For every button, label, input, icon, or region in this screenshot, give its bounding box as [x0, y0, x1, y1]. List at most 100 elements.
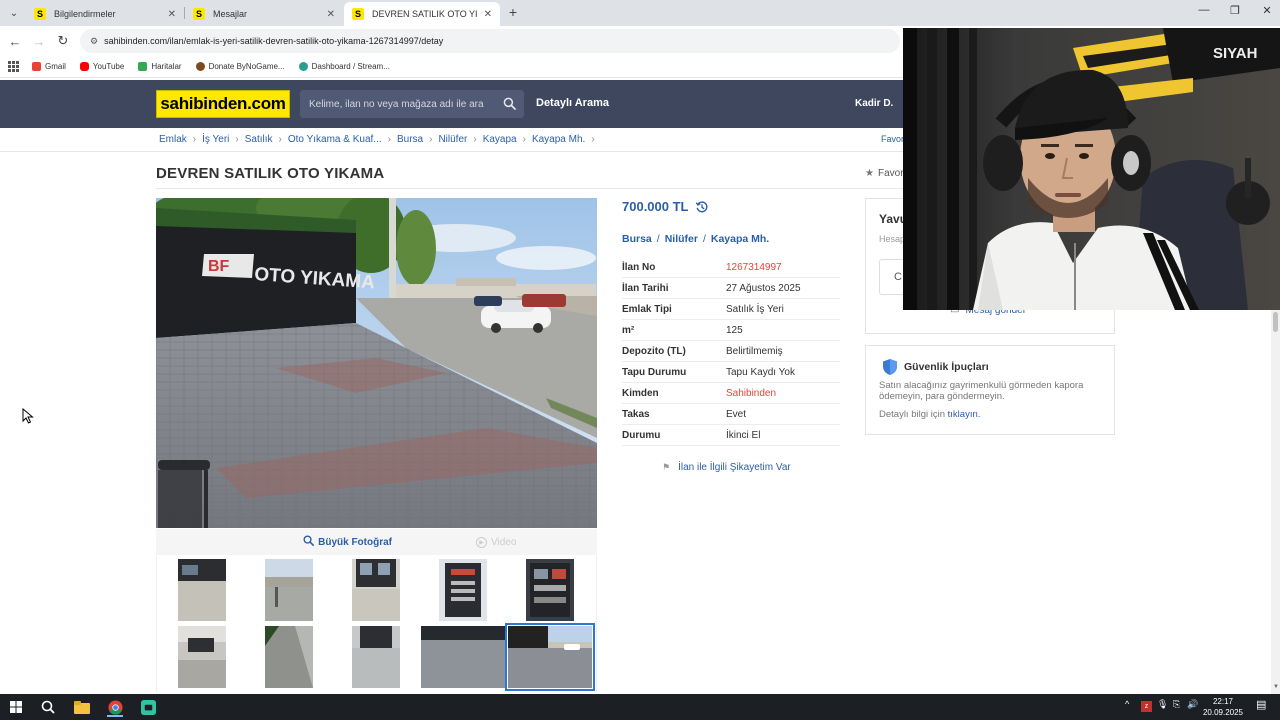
- close-window-icon[interactable]: ✕: [1257, 4, 1277, 17]
- tab-close-icon[interactable]: ✕: [168, 9, 176, 20]
- safety-tips-card: Güvenlik İpuçları Satın alacağınız gayri…: [865, 345, 1115, 435]
- breadcrumb-item[interactable]: Satılık: [245, 134, 273, 145]
- youtube-icon: [79, 62, 89, 71]
- volume-icon[interactable]: 🔊: [1187, 699, 1198, 710]
- report-listing-link[interactable]: ⚑ İlan ile İlgili Şikayetim Var: [662, 462, 791, 473]
- address-bar[interactable]: ⚙ sahibinden.com/ilan/emlak-is-yeri-sati…: [80, 29, 900, 53]
- screen: ⌄ S Bilgilendirmeler ✕ S Mesajlar ✕ S DE…: [0, 0, 1280, 720]
- network-icon[interactable]: ⎘: [1173, 699, 1180, 710]
- breadcrumb-item[interactable]: Oto Yıkama & Kuaf...: [288, 134, 382, 145]
- video-button[interactable]: ▶ Video: [476, 536, 516, 548]
- favorites-link[interactable]: Favor: [881, 134, 904, 144]
- sahibinden-logo[interactable]: sahibinden.com: [156, 90, 290, 118]
- location-city[interactable]: Bursa: [622, 233, 652, 245]
- thumbnail[interactable]: [421, 626, 505, 688]
- detail-row: m² 125: [622, 320, 840, 341]
- new-tab-plus-icon[interactable]: +: [505, 4, 521, 20]
- scrollbar-thumb[interactable]: [1273, 312, 1278, 332]
- photo-thumbnails: [156, 556, 597, 692]
- thumbnail[interactable]: [265, 626, 313, 688]
- search-icon[interactable]: [503, 97, 516, 110]
- bookmark-gmail[interactable]: Gmail: [32, 62, 66, 71]
- taskbar-clock[interactable]: 22:17 20.09.2025: [1200, 696, 1246, 718]
- tray-app-icon[interactable]: z: [1141, 701, 1152, 712]
- thumbnail[interactable]: [352, 626, 400, 688]
- play-icon: ▶: [476, 536, 487, 548]
- scroll-down-arrow-icon[interactable]: ▼: [1273, 684, 1279, 690]
- clock-date: 20.09.2025: [1202, 708, 1244, 717]
- chevron-right-icon: ›: [429, 134, 433, 145]
- thumbnail[interactable]: [439, 559, 487, 621]
- mouse-cursor-icon: [22, 408, 34, 424]
- tab-close-icon[interactable]: ✕: [484, 9, 492, 20]
- reload-icon[interactable]: ↻: [55, 33, 71, 49]
- breadcrumb-item[interactable]: İş Yeri: [202, 134, 229, 145]
- minimize-icon[interactable]: —: [1194, 4, 1214, 16]
- microphone-icon[interactable]: 🎙: [1157, 699, 1168, 710]
- bookmark-haritalar[interactable]: Haritalar: [138, 62, 182, 71]
- chevron-right-icon: ›: [473, 134, 477, 145]
- breadcrumb-item[interactable]: Kayapa Mh.: [532, 134, 585, 145]
- detail-row: Emlak Tipi Satılık İş Yeri: [622, 299, 840, 320]
- price-value: 700.000 TL: [622, 199, 689, 214]
- thumbnail-selected[interactable]: [505, 623, 595, 691]
- url-text: sahibinden.com/ilan/emlak-is-yeri-satili…: [104, 36, 444, 46]
- flag-icon: ⚑: [662, 462, 671, 472]
- star-icon: ★: [865, 168, 874, 179]
- tab-bilgilendirmeler[interactable]: S Bilgilendirmeler ✕: [26, 2, 184, 26]
- apps-grid-icon[interactable]: [8, 60, 20, 73]
- tab-close-icon[interactable]: ✕: [327, 9, 335, 20]
- bookmark-youtube[interactable]: YouTube: [79, 62, 124, 71]
- thumbnail[interactable]: [526, 559, 574, 621]
- back-arrow-icon[interactable]: ←: [7, 33, 23, 49]
- windows-start-icon[interactable]: [5, 697, 27, 717]
- add-favorite-button[interactable]: ★ Favor: [865, 168, 904, 179]
- breadcrumb-item[interactable]: Kayapa: [483, 134, 517, 145]
- active-app-indicator: [107, 715, 123, 717]
- chevron-right-icon: ›: [387, 134, 391, 145]
- donate-icon: [195, 62, 205, 71]
- big-photo-button[interactable]: Büyük Fotoğraf: [156, 535, 396, 549]
- main-listing-photo[interactable]: BF OTO YIKAMA: [156, 198, 597, 528]
- chevron-right-icon: ›: [591, 134, 595, 145]
- search-icon[interactable]: [37, 697, 59, 717]
- detail-row: Depozito (TL) Belirtilmemiş: [622, 341, 840, 362]
- thumbnail[interactable]: [352, 559, 400, 621]
- tab-devren-satilik[interactable]: S DEVREN SATILIK OTO YIKAMA ✕: [344, 2, 500, 26]
- magnifier-icon: [303, 535, 315, 549]
- breadcrumb-item[interactable]: Nilüfer: [438, 134, 467, 145]
- breadcrumb-item[interactable]: Bursa: [397, 134, 423, 145]
- restore-icon[interactable]: ❐: [1225, 4, 1245, 17]
- bookmark-donate[interactable]: Donate ByNoGame...: [195, 62, 285, 71]
- chevron-right-icon: ›: [522, 134, 526, 145]
- streamlabs-icon[interactable]: [137, 697, 159, 717]
- safety-more-link[interactable]: tıklayın.: [948, 409, 981, 420]
- breadcrumb-item[interactable]: Emlak: [159, 134, 187, 145]
- chrome-icon[interactable]: [104, 697, 126, 717]
- tab-search-chevron-down-icon[interactable]: ⌄: [4, 4, 24, 22]
- dashboard-icon: [298, 62, 308, 71]
- price-history-icon[interactable]: [695, 200, 709, 214]
- thumbnail[interactable]: [178, 626, 226, 688]
- svg-text:BF: BF: [208, 258, 230, 275]
- forward-arrow-icon[interactable]: →: [31, 33, 47, 49]
- location-neighborhood[interactable]: Kayapa Mh.: [711, 233, 769, 245]
- page-scrollbar[interactable]: [1271, 310, 1280, 694]
- detail-row: Tapu Durumu Tapu Kaydı Yok: [622, 362, 840, 383]
- scarf-text: SIYAH: [1213, 45, 1257, 62]
- search-input[interactable]: [309, 98, 499, 110]
- detail-row: Kimden Sahibinden: [622, 383, 840, 404]
- site-settings-icon[interactable]: ⚙: [90, 36, 98, 47]
- thumbnail[interactable]: [178, 559, 226, 621]
- listing-details-table: İlan No 1267314997 İlan Tarihi 27 Ağustos …: [622, 257, 840, 446]
- bookmark-dashboard[interactable]: Dashboard / Stream...: [298, 62, 390, 71]
- tab-mesajlar[interactable]: S Mesajlar ✕: [185, 2, 343, 26]
- detailed-search-link[interactable]: Detaylı Arama: [536, 97, 609, 109]
- file-explorer-icon[interactable]: [71, 697, 93, 717]
- user-menu[interactable]: Kadir D.: [855, 98, 893, 109]
- tray-chevron-up-icon[interactable]: ^: [1125, 699, 1129, 709]
- thumbnail[interactable]: [265, 559, 313, 621]
- browser-tab-strip: ⌄ S Bilgilendirmeler ✕ S Mesajlar ✕ S DE…: [0, 0, 1280, 26]
- location-district[interactable]: Nilüfer: [665, 233, 698, 245]
- notifications-icon[interactable]: ▤: [1256, 698, 1266, 711]
